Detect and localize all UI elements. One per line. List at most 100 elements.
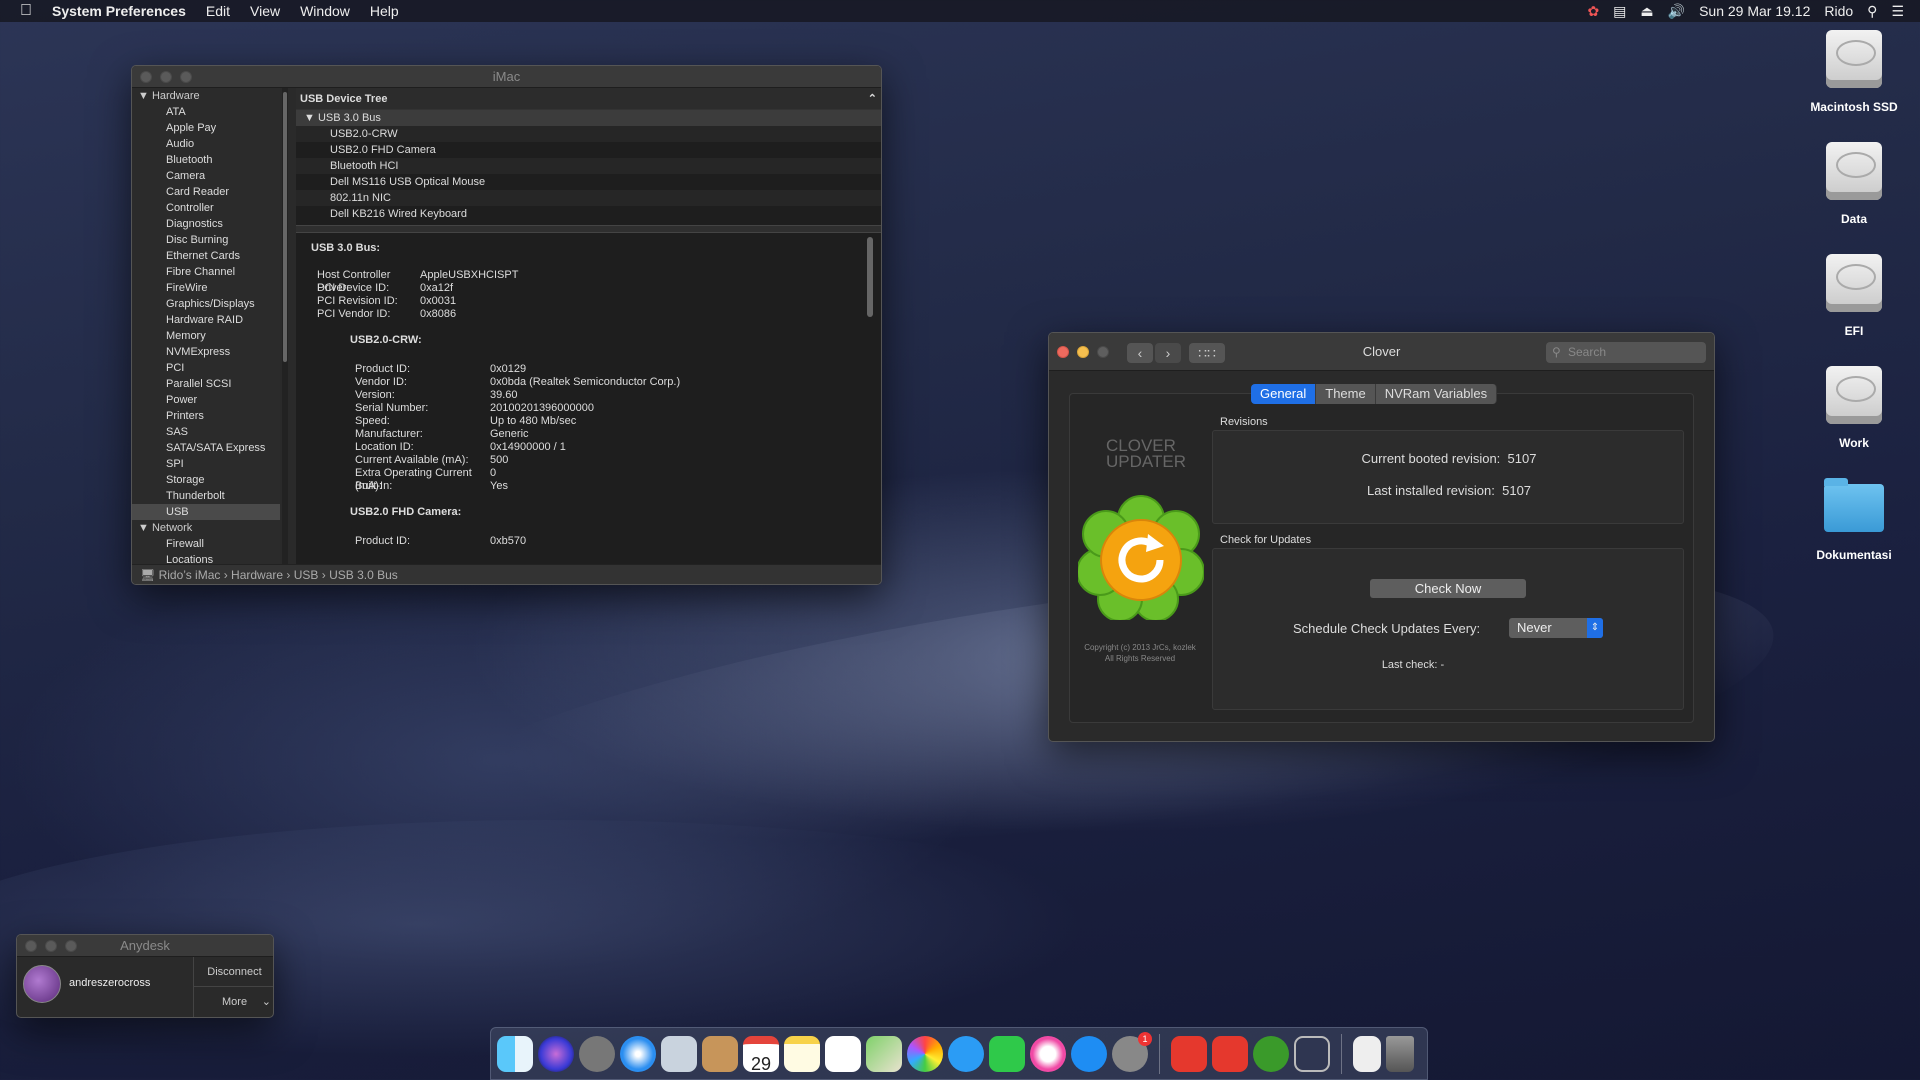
sidebar-item[interactable]: Ethernet Cards (132, 248, 280, 264)
sidebar-item[interactable]: USB (132, 504, 280, 520)
sidebar-item[interactable]: SATA/SATA Express (132, 440, 280, 456)
sidebar-item[interactable]: Storage (132, 472, 280, 488)
zoom-button[interactable] (65, 940, 77, 952)
menu-help[interactable]: Help (360, 3, 409, 19)
sidebar-item[interactable]: SPI (132, 456, 280, 472)
tab-general[interactable]: General (1251, 384, 1317, 404)
activity-icon[interactable]: ▤ (1613, 3, 1626, 20)
sidebar-item[interactable]: NVMExpress (132, 344, 280, 360)
tab-nvram-variables[interactable]: NVRam Variables (1375, 384, 1498, 404)
detail-scrollbar[interactable] (867, 237, 873, 317)
desktop-icon-work[interactable]: Work (1794, 366, 1914, 450)
anydesk-icon[interactable] (1171, 1035, 1207, 1072)
eject-icon[interactable]: ⏏ (1640, 3, 1653, 20)
sidebar-item[interactable]: SAS (132, 424, 280, 440)
tab-theme[interactable]: Theme (1316, 384, 1376, 404)
close-button[interactable] (1057, 346, 1069, 358)
reminders-icon[interactable] (825, 1035, 861, 1072)
sidebar-item[interactable]: PCI (132, 360, 280, 376)
spotlight-icon[interactable]: ⚲ (1867, 3, 1877, 20)
desktop-icon-efi[interactable]: EFI (1794, 254, 1914, 338)
sidebar-item[interactable]: Camera (132, 168, 280, 184)
system-preferences-icon[interactable]: 1 (1112, 1031, 1152, 1072)
messages-icon[interactable] (948, 1035, 984, 1072)
check-now-button[interactable]: Check Now (1370, 579, 1526, 598)
photos-icon[interactable] (907, 1035, 943, 1072)
sidebar-item[interactable]: Card Reader (132, 184, 280, 200)
sidebar-item[interactable]: Parallel SCSI (132, 376, 280, 392)
sidebar-item[interactable]: Graphics/Displays (132, 296, 280, 312)
clock[interactable]: Sun 29 Mar 19.12 (1699, 3, 1810, 19)
sidebar-item[interactable]: Disc Burning (132, 232, 280, 248)
preview-icon[interactable] (661, 1035, 697, 1072)
sidebar-item[interactable]: FireWire (132, 280, 280, 296)
search-input[interactable]: ⚲ Search (1546, 342, 1706, 363)
app-menu[interactable]: System Preferences (42, 3, 196, 19)
tree-row-bus[interactable]: ▼ USB 3.0 Bus (296, 110, 881, 126)
sidebar-item[interactable]: Apple Pay (132, 120, 280, 136)
clover-status-icon[interactable]: ✿ (1587, 3, 1599, 20)
window-titlebar[interactable]: ‹ › ∷∷ Clover ⚲ Search (1049, 333, 1714, 371)
sidebar-item[interactable]: Audio (132, 136, 280, 152)
window-titlebar[interactable]: iMac (132, 66, 881, 88)
contacts-icon[interactable] (702, 1035, 738, 1072)
sidebar-item[interactable]: ATA (132, 104, 280, 120)
sidebar-scrollbar[interactable] (282, 88, 288, 566)
launchpad-icon[interactable] (579, 1035, 615, 1072)
more-button[interactable]: More ⌄ (193, 987, 273, 1017)
usb-tool-icon[interactable] (1294, 1035, 1330, 1072)
apple-menu-icon[interactable]:  (0, 2, 42, 20)
window-titlebar[interactable]: Anydesk (17, 935, 273, 957)
sidebar-item[interactable]: Printers (132, 408, 280, 424)
split-divider[interactable] (296, 225, 881, 233)
calendar-icon[interactable]: 29 (743, 1035, 779, 1074)
clover-configurator-icon[interactable] (1253, 1035, 1289, 1072)
sidebar-item[interactable]: Memory (132, 328, 280, 344)
sidebar-item[interactable]: Diagnostics (132, 216, 280, 232)
close-button[interactable] (140, 71, 152, 83)
notes-icon[interactable] (784, 1035, 820, 1072)
desktop-icon-macintosh-ssd[interactable]: Macintosh SSD (1794, 30, 1914, 114)
sidebar-item[interactable]: Controller (132, 200, 280, 216)
facetime-icon[interactable] (989, 1035, 1025, 1072)
sidebar-item[interactable]: Firewall (132, 536, 280, 552)
notification-center-icon[interactable]: ☰ (1891, 3, 1904, 20)
menu-view[interactable]: View (240, 3, 290, 19)
volume-icon[interactable]: 🔊 (1668, 3, 1685, 20)
back-button[interactable]: ‹ (1127, 343, 1153, 363)
schedule-select[interactable]: Never ⇕ (1509, 618, 1603, 638)
tree-row-device[interactable]: Dell MS116 USB Optical Mouse (296, 174, 881, 190)
menu-window[interactable]: Window (290, 3, 360, 19)
sidebar-item[interactable]: Power (132, 392, 280, 408)
itunes-icon[interactable] (1030, 1035, 1066, 1072)
minimize-button[interactable] (1077, 346, 1089, 358)
tree-row-device[interactable]: USB2.0 FHD Camera (296, 142, 881, 158)
document-icon[interactable] (1353, 1035, 1381, 1072)
finder-icon[interactable] (497, 1035, 533, 1072)
desktop-icon-data[interactable]: Data (1794, 142, 1914, 226)
show-all-grid-icon[interactable]: ∷∷ (1189, 343, 1225, 363)
minimize-button[interactable] (45, 940, 57, 952)
zoom-button[interactable] (180, 71, 192, 83)
trash-icon[interactable] (1386, 1035, 1414, 1072)
disconnect-button[interactable]: Disconnect (193, 957, 273, 987)
siri-icon[interactable] (538, 1035, 574, 1072)
anydesk-session-icon[interactable] (1212, 1035, 1248, 1072)
safari-icon[interactable] (620, 1035, 656, 1072)
tree-row-device[interactable]: Dell KB216 Wired Keyboard (296, 206, 881, 222)
close-button[interactable] (25, 940, 37, 952)
minimize-button[interactable] (160, 71, 172, 83)
tree-row-device[interactable]: 802.11n NIC (296, 190, 881, 206)
app-store-icon[interactable] (1071, 1035, 1107, 1072)
tree-row-device[interactable]: Bluetooth HCI (296, 158, 881, 174)
user-menu[interactable]: Rido (1824, 3, 1853, 19)
sidebar-item[interactable]: Thunderbolt (132, 488, 280, 504)
zoom-button[interactable] (1097, 346, 1109, 358)
menu-edit[interactable]: Edit (196, 3, 240, 19)
sidebar-item[interactable]: Bluetooth (132, 152, 280, 168)
sidebar-item[interactable]: Fibre Channel (132, 264, 280, 280)
sidebar-item[interactable]: Hardware RAID (132, 312, 280, 328)
tree-row-device[interactable]: USB2.0-CRW (296, 126, 881, 142)
sidebar-header-network[interactable]: ▼ Network (132, 520, 280, 536)
maps-icon[interactable] (866, 1035, 902, 1072)
